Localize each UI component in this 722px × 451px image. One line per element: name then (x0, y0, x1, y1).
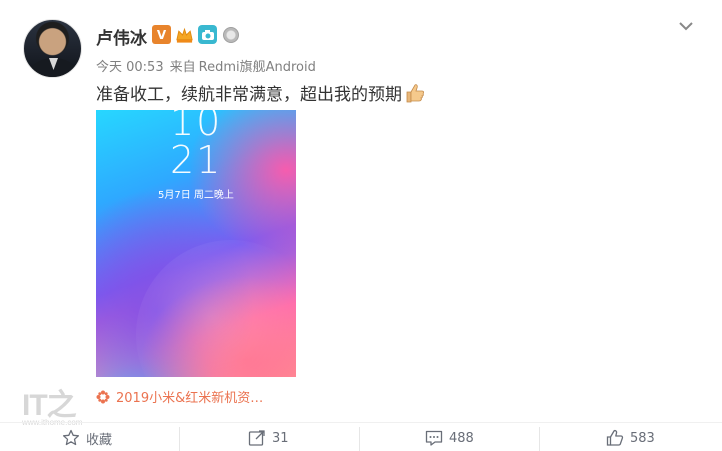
verified-v-icon[interactable]: V (152, 25, 171, 44)
comment-button[interactable]: 488 (425, 427, 474, 449)
weibo-post-card: 卢伟冰 V 今天 00:53 来自 Redmi旗舰Android 准备收工，续航… (0, 0, 722, 451)
action-divider (539, 427, 540, 451)
repost-icon (248, 429, 266, 447)
thumbs-up-emoji-icon (404, 82, 426, 104)
post-text: 准备收工，续航非常满意，超出我的预期 (96, 80, 426, 105)
like-count: 583 (630, 430, 655, 446)
user-avatar[interactable] (23, 19, 82, 78)
thumbs-up-icon (606, 429, 624, 447)
medal-icon[interactable] (221, 25, 240, 44)
user-badges: V (152, 25, 240, 44)
username[interactable]: 卢伟冰 (96, 24, 147, 49)
topic-flower-icon (96, 390, 110, 404)
action-divider (359, 427, 360, 451)
wallpaper-swirl (136, 240, 296, 377)
comment-icon (425, 429, 443, 447)
comment-count: 488 (449, 430, 474, 446)
topic-label: 2019小米&红米新机资… (116, 391, 264, 406)
repost-count: 31 (272, 430, 289, 446)
lockscreen-minute: 21 (170, 138, 223, 182)
like-button[interactable]: 583 (606, 427, 655, 449)
post-source[interactable]: Redmi旗舰Android (199, 60, 316, 75)
favorite-label: 收藏 (86, 432, 113, 448)
post-time[interactable]: 今天 00:53 (96, 60, 164, 75)
post-meta: 今天 00:53 来自 Redmi旗舰Android (96, 56, 322, 75)
star-icon (62, 429, 80, 447)
post-text-content: 准备收工，续航非常满意，超出我的预期 (96, 85, 402, 105)
action-divider (179, 427, 180, 451)
chevron-down-icon[interactable] (678, 18, 694, 34)
source-prefix: 来自 (169, 60, 196, 75)
crown-icon[interactable] (175, 25, 194, 44)
repost-button[interactable]: 31 (248, 427, 289, 449)
action-bar: 收藏 31 488 583 (0, 422, 722, 451)
camera-icon[interactable] (198, 25, 217, 44)
topic-link[interactable]: 2019小米&红米新机资… (96, 387, 263, 406)
lockscreen-date: 5月7日 周二晚上 (158, 190, 234, 201)
favorite-button[interactable]: 收藏 (62, 427, 112, 449)
post-image[interactable]: 10 21 5月7日 周二晚上 (96, 110, 296, 377)
